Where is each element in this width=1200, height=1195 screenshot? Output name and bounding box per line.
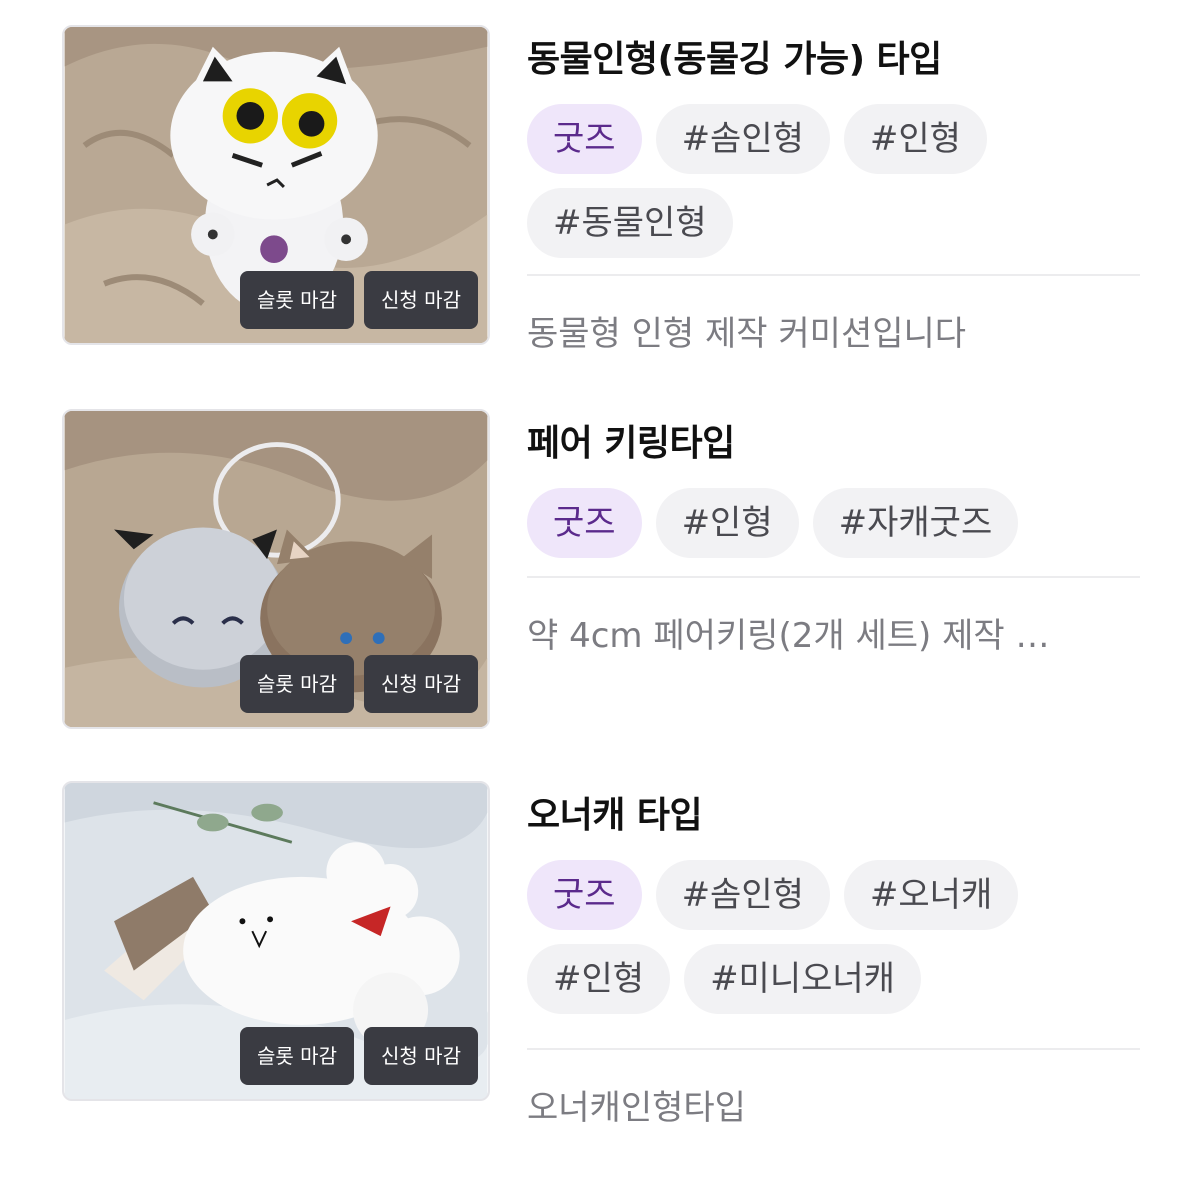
tag-list: 굿즈 #솜인형 #오너캐 #인형 #미니오너캐 [527, 860, 1140, 1014]
hashtag[interactable]: #솜인형 [655, 860, 830, 930]
divider [527, 576, 1140, 578]
category-tag[interactable]: 굿즈 [527, 104, 642, 174]
product-thumbnail-owner-character[interactable]: 슬롯 마감 신청 마감 [62, 781, 490, 1101]
hashtag[interactable]: #미니오너캐 [684, 944, 921, 1014]
product-thumbnail-animal-doll[interactable]: 슬롯 마감 신청 마감 [62, 25, 490, 345]
listing-title[interactable]: 오너캐 타입 [527, 786, 1140, 838]
listing-description: 오너캐인형타입 [527, 1088, 746, 1128]
hashtag[interactable]: #솜인형 [655, 104, 830, 174]
hashtag[interactable]: #자캐굿즈 [812, 488, 1019, 558]
listing-title[interactable]: 페어 키링타입 [527, 414, 1140, 466]
slot-closed-badge: 슬롯 마감 [240, 655, 354, 713]
tag-list: 굿즈 #솜인형 #인형 #동물인형 [527, 104, 1140, 258]
listing-title[interactable]: 동물인형(동물깅 가능) 타입 [527, 30, 1140, 82]
application-closed-badge: 신청 마감 [364, 655, 478, 713]
slot-closed-badge: 슬롯 마감 [240, 271, 354, 329]
hashtag[interactable]: #오너캐 [843, 860, 1019, 930]
hashtag[interactable]: #인형 [655, 488, 799, 558]
hashtag[interactable]: #인형 [527, 944, 671, 1014]
listing-description: 약 4cm 페어키링(2개 세트) 제작 … [527, 616, 1050, 656]
application-closed-badge: 신청 마감 [364, 1027, 478, 1085]
tag-list: 굿즈 #인형 #자캐굿즈 [527, 488, 1140, 558]
category-tag[interactable]: 굿즈 [527, 860, 642, 930]
divider [527, 1048, 1140, 1050]
divider [527, 274, 1140, 276]
listing-description: 동물형 인형 제작 커미션입니다 [527, 314, 967, 354]
hashtag[interactable]: #인형 [843, 104, 987, 174]
product-thumbnail-pair-keyring[interactable]: 슬롯 마감 신청 마감 [62, 409, 490, 729]
hashtag[interactable]: #동물인형 [527, 188, 733, 258]
category-tag[interactable]: 굿즈 [527, 488, 642, 558]
slot-closed-badge: 슬롯 마감 [240, 1027, 354, 1085]
application-closed-badge: 신청 마감 [364, 271, 478, 329]
